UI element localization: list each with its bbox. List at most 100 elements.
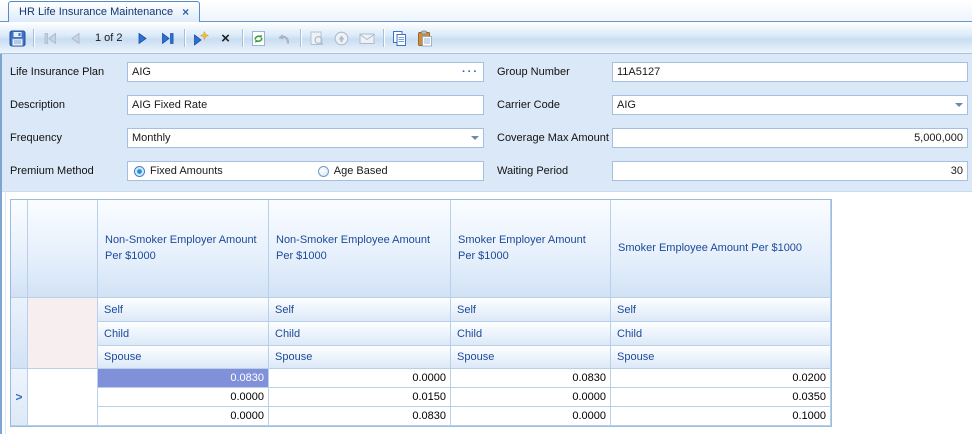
grid-cell-spouse-ns-employer[interactable]: 0.0000 [98,407,269,426]
row-label-child: Child [269,322,451,346]
first-record-icon [42,30,59,47]
toolbar: 1 of 2 [0,23,972,54]
description-label: Description [10,95,65,115]
undo-icon [275,30,292,47]
toolbar-separator [383,29,384,47]
save-button[interactable] [5,26,29,50]
carrier-code-label: Carrier Code [497,95,560,115]
grid-cell-self-s-employee[interactable]: 0.0200 [611,369,831,388]
grid-cell-child-s-employer[interactable]: 0.0000 [451,388,611,407]
send-icon [333,30,350,47]
age-based-radio[interactable]: Age Based [318,165,388,177]
toolbar-separator [300,29,301,47]
toolbar-separator [33,29,34,47]
row-label-child: Child [451,322,611,346]
refresh-icon [250,30,267,47]
frequency-dropdown[interactable]: Monthly [127,128,484,148]
grid-cell-spouse-ns-employee[interactable]: 0.0830 [269,407,451,426]
fixed-amounts-radio[interactable]: Fixed Amounts [134,165,223,177]
radio-unselected-icon [318,166,329,177]
grid-cell-self-ns-employer[interactable]: 0.0830 [98,369,269,388]
grid-indicator-header [11,200,28,298]
toolbar-separator [184,29,185,47]
copy-icon [391,30,408,47]
row-label-self: Self [98,298,269,322]
window-left-border [0,54,2,434]
row-label-spouse: Spouse [98,346,269,369]
description-value: AIG Fixed Rate [132,99,207,111]
carrier-code-dropdown[interactable]: AIG [612,95,968,115]
toolbar-separator [242,29,243,47]
tab-bar: HR Life Insurance Maintenance × [0,0,972,22]
premium-method-group: Fixed Amounts Age Based [127,161,484,181]
column-header-smoker-employee[interactable]: Smoker Employee Amount Per $1000 [611,200,831,298]
email-button[interactable] [355,26,379,50]
life-insurance-plan-field[interactable]: AIG ··· [127,62,484,82]
grid-data-blank-cell [28,369,98,426]
chevron-down-icon[interactable] [471,136,479,140]
grid-rowlabel-band [28,298,98,369]
coverage-max-amount-value: 5,000,000 [914,132,963,144]
rates-grid: Non-Smoker Employer Amount Per $1000 Non… [10,199,832,427]
ellipsis-lookup-icon[interactable]: ··· [462,67,479,78]
last-record-button[interactable] [156,26,180,50]
grid-cell-child-ns-employee[interactable]: 0.0150 [269,388,451,407]
save-icon [9,30,26,47]
coverage-max-amount-label: Coverage Max Amount [497,128,609,148]
row-label-self: Self [611,298,831,322]
grid-cell-spouse-s-employee[interactable]: 0.1000 [611,407,831,426]
grid-cell-self-s-employer[interactable]: 0.0830 [451,369,611,388]
column-header-nonsmoker-employee[interactable]: Non-Smoker Employee Amount Per $1000 [269,200,451,298]
next-record-button[interactable] [131,26,155,50]
print-preview-button[interactable] [305,26,329,50]
column-header-nonsmoker-employer[interactable]: Non-Smoker Employer Amount Per $1000 [98,200,269,298]
email-icon [358,30,376,47]
close-icon[interactable]: × [182,6,189,18]
age-based-radio-label: Age Based [334,165,388,177]
grid-cell-self-ns-employee[interactable]: 0.0000 [269,369,451,388]
column-header-smoker-employer[interactable]: Smoker Employer Amount Per $1000 [451,200,611,298]
grid-cell-child-ns-employer[interactable]: 0.0000 [98,388,269,407]
undo-button[interactable] [272,26,296,50]
row-label-spouse: Spouse [269,346,451,369]
send-button[interactable] [330,26,354,50]
paste-button[interactable] [413,26,437,50]
previous-record-icon [67,30,84,47]
frequency-value: Monthly [132,132,171,144]
chevron-down-icon[interactable] [955,103,963,107]
waiting-period-value: 30 [951,165,963,177]
tab-hr-life-insurance-maintenance[interactable]: HR Life Insurance Maintenance × [8,1,200,22]
copy-button[interactable] [388,26,412,50]
premium-method-label: Premium Method [10,161,94,181]
delete-record-button[interactable]: × [214,26,238,50]
new-record-button[interactable] [189,26,213,50]
print-preview-icon [308,30,325,47]
grid-indicator-subheader [11,298,28,369]
delete-icon: × [221,31,230,46]
row-label-child: Child [611,322,831,346]
life-insurance-plan-label: Life Insurance Plan [10,62,104,82]
refresh-button[interactable] [247,26,271,50]
row-label-self: Self [451,298,611,322]
first-record-button[interactable] [38,26,62,50]
row-indicator-arrow-icon: > [15,390,22,404]
paste-icon [416,30,433,47]
row-label-spouse: Spouse [451,346,611,369]
description-field[interactable]: AIG Fixed Rate [127,95,484,115]
group-number-value: 11A5127 [617,66,660,78]
group-number-field[interactable]: 11A5127 [612,62,968,82]
fixed-amounts-radio-label: Fixed Amounts [150,165,223,177]
window-left-border-inner [5,54,6,434]
next-record-icon [134,30,151,47]
current-record-indicator[interactable]: > [11,369,28,426]
waiting-period-field[interactable]: 30 [612,161,968,181]
grid-cell-child-s-employee[interactable]: 0.0350 [611,388,831,407]
group-number-label: Group Number [497,62,570,82]
row-label-spouse: Spouse [611,346,831,369]
frequency-label: Frequency [10,128,62,148]
row-label-child: Child [98,322,269,346]
grid-cell-spouse-s-employer[interactable]: 0.0000 [451,407,611,426]
tab-title: HR Life Insurance Maintenance [19,6,173,18]
previous-record-button[interactable] [63,26,87,50]
coverage-max-amount-field[interactable]: 5,000,000 [612,128,968,148]
